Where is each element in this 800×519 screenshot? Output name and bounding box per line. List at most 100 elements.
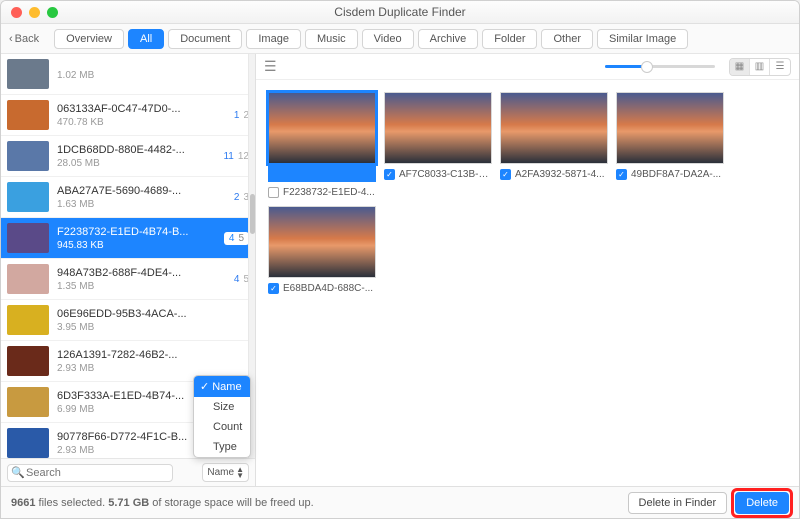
thumbnail-image <box>268 206 376 278</box>
close-window-icon[interactable] <box>11 7 22 18</box>
tab-overview[interactable]: Overview <box>54 29 124 49</box>
item-counts: 1 2 <box>234 110 249 121</box>
sort-option-name[interactable]: ✓Name <box>194 376 250 397</box>
item-size: 1.02 MB <box>57 70 237 81</box>
select-checkbox[interactable]: ✓ <box>384 169 395 180</box>
check-icon: ✓ <box>200 380 209 393</box>
tab-document[interactable]: Document <box>168 29 242 49</box>
item-size: 28.05 MB <box>57 158 215 169</box>
delete-in-finder-button[interactable]: Delete in Finder <box>628 492 728 514</box>
thumbnail-card[interactable]: ✓ AF7C8033-C13B-4... <box>384 92 492 198</box>
delete-button[interactable]: Delete <box>735 492 789 514</box>
sort-option-count[interactable]: Count <box>194 417 250 437</box>
thumbnail <box>7 387 49 417</box>
thumbnail-image <box>268 92 376 164</box>
item-size: 945.83 KB <box>57 240 216 251</box>
sidebar-footer: 🔍 Name ▲▼ <box>1 458 255 486</box>
select-checkbox[interactable]: ✓ <box>500 169 511 180</box>
chevron-left-icon: ‹ <box>9 33 13 45</box>
tab-archive[interactable]: Archive <box>418 29 479 49</box>
item-name: 1DCB68DD-880E-4482-... <box>57 144 215 156</box>
item-counts: 4 5 <box>224 232 249 245</box>
tab-video[interactable]: Video <box>362 29 414 49</box>
thumbnail-image <box>384 92 492 164</box>
item-size: 1.35 MB <box>57 281 226 292</box>
thumbnail <box>7 346 49 376</box>
item-counts: 4 5 <box>234 274 249 285</box>
thumbnail-card[interactable]: F2238732-E1ED-4... <box>268 92 376 198</box>
thumbnail-label: A2FA3932-5871-4... <box>515 169 608 180</box>
list-item[interactable]: ABA27A7E-5690-4689-... 1.63 MB 2 3 <box>1 177 255 218</box>
item-name: 948A73B2-688F-4DE4-... <box>57 267 226 279</box>
list-item[interactable]: 1DCB68DD-880E-4482-...28.05 MB11 12 <box>1 136 255 177</box>
item-counts: 2 3 <box>234 192 249 203</box>
main-toolbar: ☰ ▦ ▥ ☰ <box>256 54 799 80</box>
item-name: ABA27A7E-5690-4689-... <box>57 185 226 197</box>
grid-view-icon[interactable]: ▦ <box>730 59 750 75</box>
thumbnail-label: 49BDF8A7-DA2A-... <box>631 169 724 180</box>
thumbnail <box>7 141 49 171</box>
list-item[interactable]: F2238732-E1ED-4B74-B...945.83 KB4 5 <box>1 218 255 259</box>
thumbnail <box>7 305 49 335</box>
sidebar: 1.02 MB 063133AF-0C47-47D0-... 470.78 KB 1… <box>1 54 256 486</box>
minimize-window-icon[interactable] <box>29 7 40 18</box>
window-controls <box>11 7 58 18</box>
list-item[interactable]: 1.02 MB <box>1 54 255 95</box>
window-title: Cisdem Duplicate Finder <box>1 5 799 19</box>
item-name: 126A1391-7282-46B2-... <box>57 349 237 361</box>
thumbnail <box>7 428 49 458</box>
toolbar: ‹ Back OverviewAllDocumentImageMusicVide… <box>1 24 799 54</box>
main-panel: ☰ ▦ ▥ ☰ F2238732-E1ED-4... ✓ AF7C8033-C13B… <box>256 54 799 486</box>
search-input[interactable] <box>7 464 173 482</box>
status-bar: 9661 files selected. 5.71 GB of storage … <box>1 486 799 518</box>
thumbnail <box>7 182 49 212</box>
columns-view-icon[interactable]: ▥ <box>750 59 770 75</box>
app-window: Cisdem Duplicate Finder ‹ Back OverviewA… <box>0 0 800 519</box>
tab-similar-image[interactable]: Similar Image <box>597 29 688 49</box>
thumbnail-card[interactable]: ✓ A2FA3932-5871-4... <box>500 92 608 198</box>
thumbnail-image <box>616 92 724 164</box>
item-size: 2.93 MB <box>57 363 237 374</box>
sort-menu: ✓NameSizeCountType <box>193 375 251 458</box>
select-checkbox[interactable]: ✓ <box>268 283 279 294</box>
slider-knob[interactable] <box>641 61 653 73</box>
back-button[interactable]: ‹ Back <box>9 33 39 45</box>
select-checkbox[interactable] <box>268 187 279 198</box>
list-item[interactable]: 06E96EDD-95B3-4ACA-... 3.95 MB <box>1 300 255 341</box>
thumbnail-label: AF7C8033-C13B-4... <box>399 169 492 180</box>
sort-option-size[interactable]: Size <box>194 397 250 417</box>
thumbnail-label: F2238732-E1ED-4... <box>283 187 376 198</box>
sort-button-label: Name <box>207 467 234 478</box>
thumbnail-card[interactable]: ✓ 49BDF8A7-DA2A-... <box>616 92 724 198</box>
filter-menu-icon[interactable]: ☰ <box>264 58 277 75</box>
thumbnail <box>7 264 49 294</box>
thumbnail-size-slider[interactable] <box>605 65 715 68</box>
tab-all[interactable]: All <box>128 29 164 49</box>
thumbnail-card[interactable]: ✓ E68BDA4D-688C-... <box>268 206 376 294</box>
tab-music[interactable]: Music <box>305 29 358 49</box>
selected-count: 9661 <box>11 497 35 509</box>
sort-button[interactable]: Name ▲▼ <box>202 463 249 482</box>
list-item[interactable]: 948A73B2-688F-4DE4-... 1.35 MB 4 5 <box>1 259 255 300</box>
list-item[interactable]: 063133AF-0C47-47D0-... 470.78 KB 1 2 <box>1 95 255 136</box>
select-checkbox[interactable]: ✓ <box>616 169 627 180</box>
tab-folder[interactable]: Folder <box>482 29 537 49</box>
thumbnail-label: E68BDA4D-688C-... <box>283 283 376 294</box>
tab-other[interactable]: Other <box>541 29 593 49</box>
item-size: 470.78 KB <box>57 117 226 128</box>
tab-image[interactable]: Image <box>246 29 301 49</box>
zoom-window-icon[interactable] <box>47 7 58 18</box>
scrollbar-thumb[interactable] <box>250 194 255 234</box>
item-name: 063133AF-0C47-47D0-... <box>57 103 226 115</box>
item-name: 06E96EDD-95B3-4ACA-... <box>57 308 237 320</box>
view-mode-toggle: ▦ ▥ ☰ <box>729 58 791 76</box>
item-size: 1.63 MB <box>57 199 226 210</box>
thumbnail <box>7 100 49 130</box>
titlebar: Cisdem Duplicate Finder <box>1 1 799 24</box>
freed-size: 5.71 GB <box>108 497 149 509</box>
sort-option-type[interactable]: Type <box>194 437 250 457</box>
item-size: 3.95 MB <box>57 322 237 333</box>
sort-chevrons-icon: ▲▼ <box>236 467 244 479</box>
thumbnail <box>7 223 49 253</box>
list-view-icon[interactable]: ☰ <box>770 59 790 75</box>
